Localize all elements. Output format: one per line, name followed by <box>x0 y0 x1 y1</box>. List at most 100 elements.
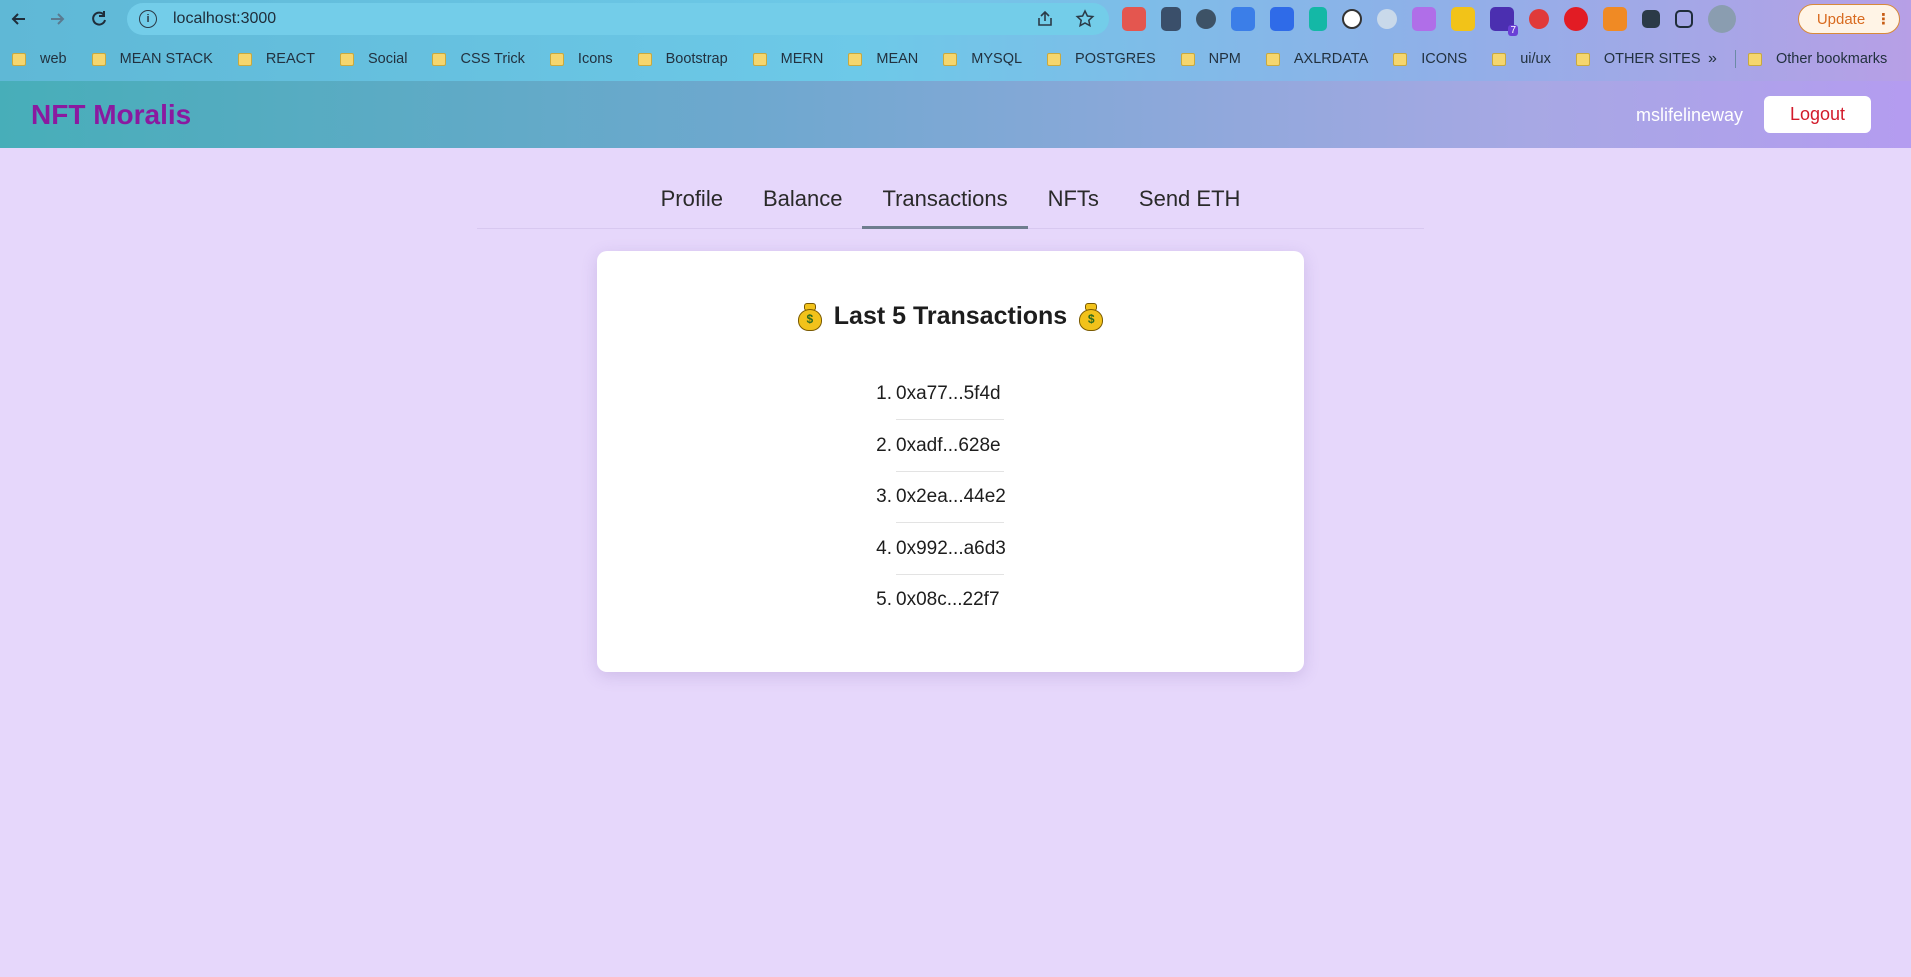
bookmark-folder[interactable]: Social <box>328 44 408 74</box>
extension-icon[interactable] <box>1122 7 1146 31</box>
list-item-number: 2. <box>876 434 892 456</box>
back-arrow-icon <box>11 13 25 25</box>
bookmark-folder[interactable]: REACT <box>226 44 315 74</box>
forward-arrow-icon <box>51 13 65 25</box>
extension-icon[interactable]: 7 <box>1490 7 1518 36</box>
side-panel-icon[interactable] <box>1675 10 1693 28</box>
transaction-hash[interactable]: 0x2ea...44e2 <box>896 486 1006 508</box>
address-bar[interactable]: i localhost:3000 <box>127 3 1109 35</box>
folder-icon <box>432 52 447 66</box>
bookmark-label: MEAN STACK <box>119 51 213 67</box>
card-title-text: Last 5 Transactions <box>833 302 1068 330</box>
update-button[interactable]: Update ⋮ <box>1798 4 1900 34</box>
bookmark-label: POSTGRES <box>1075 51 1156 67</box>
transaction-hash[interactable]: 0xadf...628e <box>896 435 1001 457</box>
tab-transactions[interactable]: Transactions <box>862 172 1028 229</box>
extension-icon[interactable] <box>1309 7 1327 31</box>
username: mslifelineway <box>1636 105 1744 125</box>
folder-icon <box>91 52 106 66</box>
bookmark-folder[interactable]: MERN <box>741 44 824 74</box>
bookmark-label: Social <box>367 51 408 67</box>
reload-button[interactable] <box>86 6 112 32</box>
brand-logo[interactable]: NFT Moralis <box>31 99 191 131</box>
translate-icon[interactable] <box>1231 7 1255 31</box>
folder-icon <box>237 52 252 66</box>
folder-icon <box>637 52 652 66</box>
list-item-number: 4. <box>876 537 892 559</box>
tab-profile[interactable]: Profile <box>641 172 743 229</box>
bookmark-label: CSS Trick <box>460 51 525 67</box>
bookmark-label: ui/ux <box>1520 51 1551 67</box>
avatar[interactable] <box>1708 5 1736 33</box>
reload-icon <box>92 11 106 26</box>
bug-icon[interactable] <box>1196 9 1216 29</box>
bookmark-folder[interactable]: MEAN <box>836 44 918 74</box>
site-info-icon[interactable]: i <box>139 10 157 28</box>
bookmark-folder[interactable]: ICONS <box>1381 44 1467 74</box>
list-item-number: 3. <box>876 486 892 507</box>
folder-icon <box>943 52 958 66</box>
folder-icon <box>1047 52 1062 66</box>
back-button[interactable] <box>6 6 32 32</box>
transaction-hash[interactable]: 0xa77...5f4d <box>896 383 1001 405</box>
forward-button[interactable] <box>44 6 70 32</box>
update-label: Update <box>1816 10 1866 28</box>
extension-icon[interactable] <box>1529 9 1549 29</box>
eyedropper-icon[interactable] <box>1270 7 1294 31</box>
extension-icon[interactable] <box>1451 7 1475 31</box>
extension-icon[interactable] <box>1412 7 1436 31</box>
folder-icon <box>1575 52 1590 66</box>
transactions-list: 1. 0xa77...5f4d 2. 0xadf...628e 3. 0x2ea… <box>597 369 1304 627</box>
bookmark-folder[interactable]: OTHER SITES <box>1564 44 1701 74</box>
bookmark-folder[interactable]: POSTGRES <box>1035 44 1156 74</box>
bookmark-folder[interactable]: web <box>0 44 67 74</box>
logout-button[interactable]: Logout <box>1764 96 1871 133</box>
tab-send-eth[interactable]: Send ETH <box>1119 172 1261 229</box>
list-item-number: 1. <box>876 383 892 404</box>
transactions-card: $ Last 5 Transactions $ 1. 0xa77...5f4d … <box>597 251 1304 672</box>
bookmark-star-icon[interactable] <box>1075 9 1095 29</box>
menu-dots-icon[interactable]: ⋮ <box>1876 10 1891 28</box>
bookmark-folder[interactable]: NPM <box>1169 44 1241 74</box>
color-picker-icon[interactable] <box>1161 7 1181 31</box>
money-bag-icon: $ <box>1079 302 1104 331</box>
folder-icon <box>1748 52 1762 66</box>
bookmark-label: MYSQL <box>971 51 1023 67</box>
extension-icon[interactable] <box>1342 9 1362 29</box>
bookmark-label: OTHER SITES <box>1603 51 1701 67</box>
folder-icon <box>549 52 564 66</box>
tab-nfts[interactable]: NFTs <box>1028 172 1119 229</box>
share-icon[interactable] <box>1035 9 1055 29</box>
bookmark-folder[interactable]: Bootstrap <box>626 44 728 74</box>
adblock-icon[interactable] <box>1564 7 1588 31</box>
bookmark-folder[interactable]: ui/ux <box>1480 44 1551 74</box>
bookmark-folder[interactable]: MYSQL <box>931 44 1022 74</box>
transaction-hash[interactable]: 0x08c...22f7 <box>896 589 1000 611</box>
puzzle-icon[interactable] <box>1642 10 1660 28</box>
folder-icon <box>1265 52 1280 66</box>
browser-chrome: i localhost:3000 7 Update ⋮ web MEAN STA… <box>0 0 1911 81</box>
other-bookmarks[interactable]: Other bookmarks <box>1748 44 1887 74</box>
list-item: 1. 0xa77...5f4d <box>597 369 1304 421</box>
folder-icon <box>339 52 354 66</box>
list-item: 2. 0xadf...628e <box>597 421 1304 473</box>
bookmark-folder[interactable]: CSS Trick <box>420 44 525 74</box>
bookmark-folder[interactable]: AXLRDATA <box>1254 44 1368 74</box>
list-item: 3. 0x2ea...44e2 <box>597 472 1304 524</box>
list-item: 4. 0x992...a6d3 <box>597 524 1304 576</box>
tab-balance[interactable]: Balance <box>743 172 863 229</box>
extension-badge: 7 <box>1508 25 1518 36</box>
bookmark-label: MERN <box>780 51 824 67</box>
bookmark-folder[interactable]: MEAN STACK <box>80 44 213 74</box>
app-header: NFT Moralis mslifelineway Logout <box>0 81 1911 148</box>
bookmarks-more-button[interactable]: » <box>1708 44 1717 74</box>
card-title: $ Last 5 Transactions $ <box>597 302 1304 331</box>
folder-icon <box>1492 52 1507 66</box>
metamask-icon[interactable] <box>1603 7 1627 31</box>
bookmark-folder[interactable]: Icons <box>538 44 613 74</box>
bookmark-label: web <box>40 51 67 67</box>
bookmark-label: MEAN <box>876 51 919 67</box>
transaction-hash[interactable]: 0x992...a6d3 <box>896 538 1006 560</box>
extension-icon[interactable] <box>1377 9 1397 29</box>
other-bookmarks-label: Other bookmarks <box>1776 51 1888 67</box>
